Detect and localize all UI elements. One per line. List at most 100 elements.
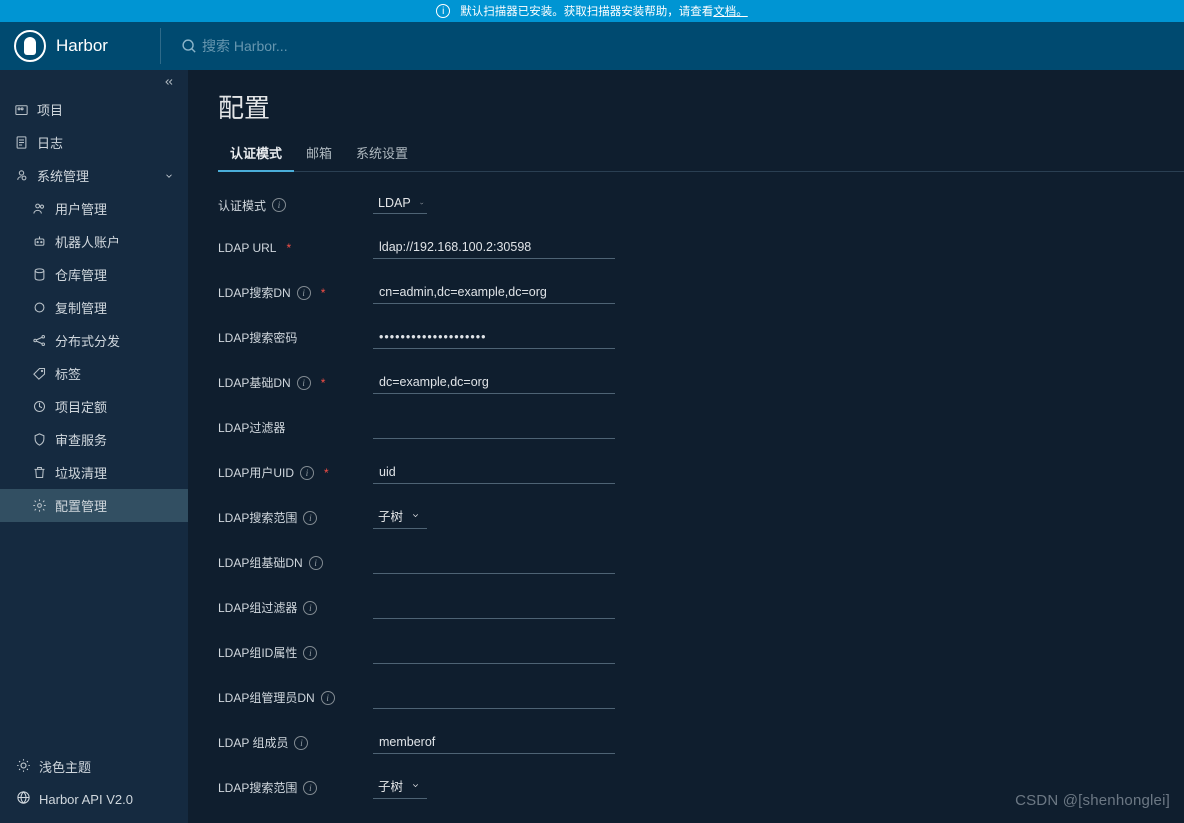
side-nav: 项目 日志 系统管理 用户管理 机器人账户 仓库管理 复制管理 分布式分发 标签… xyxy=(0,93,188,746)
tag-icon xyxy=(32,366,47,381)
tab-email[interactable]: 邮箱 xyxy=(294,135,344,171)
sidebar-item-label: 配置管理 xyxy=(55,496,107,515)
label-filter: LDAP过滤器 xyxy=(218,419,285,436)
info-icon[interactable]: i xyxy=(321,691,335,705)
info-icon: i xyxy=(436,4,450,18)
info-icon[interactable]: i xyxy=(309,556,323,570)
notice-banner: i 默认扫描器已安装。获取扫描器安装帮助，请查看 文档。 xyxy=(0,0,1184,22)
sidebar-item-logs[interactable]: 日志 xyxy=(0,126,188,159)
sidebar-item-label: 仓库管理 xyxy=(55,265,107,284)
input-base-dn[interactable] xyxy=(373,371,615,394)
select-value: 子树 xyxy=(378,506,403,525)
sidebar-item-quotas[interactable]: 项目定额 xyxy=(0,390,188,423)
top-bar: Harbor xyxy=(0,22,1184,70)
sidebar-item-labels[interactable]: 标签 xyxy=(0,357,188,390)
theme-toggle[interactable]: 浅色主题 xyxy=(0,750,188,783)
shield-icon xyxy=(32,432,47,447)
info-icon[interactable]: i xyxy=(303,511,317,525)
info-icon[interactable]: i xyxy=(297,376,311,390)
tab-system[interactable]: 系统设置 xyxy=(344,135,420,171)
label-group-base-dn: LDAP组基础DN xyxy=(218,554,303,571)
label-group-filter: LDAP组过滤器 xyxy=(218,599,297,616)
sidebar-item-label: 垃圾清理 xyxy=(55,463,107,482)
sidebar-item-label: 标签 xyxy=(55,364,81,383)
input-group-id-attr[interactable] xyxy=(373,641,615,664)
input-group-base-dn[interactable] xyxy=(373,551,615,574)
sidebar-item-registries[interactable]: 仓库管理 xyxy=(0,258,188,291)
api-link[interactable]: Harbor API V2.0 xyxy=(0,783,188,815)
info-icon[interactable]: i xyxy=(303,601,317,615)
chevron-down-icon xyxy=(164,171,174,181)
select-auth-mode[interactable]: LDAP xyxy=(373,196,427,214)
admin-icon xyxy=(14,168,29,183)
label-group-member: LDAP 组成员 xyxy=(218,734,288,751)
sidebar-collapse[interactable] xyxy=(0,70,188,93)
sidebar-item-robots[interactable]: 机器人账户 xyxy=(0,225,188,258)
harbor-logo-icon xyxy=(14,30,46,62)
select-scope-1[interactable]: 子树 xyxy=(373,506,427,529)
brand[interactable]: Harbor xyxy=(0,30,160,62)
input-group-member[interactable] xyxy=(373,731,615,754)
required-asterisk: * xyxy=(321,376,326,390)
input-search-dn[interactable] xyxy=(373,281,615,304)
sidebar-item-replication[interactable]: 复制管理 xyxy=(0,291,188,324)
label-uid: LDAP用户UID xyxy=(218,464,294,481)
robot-icon xyxy=(32,234,47,249)
sidebar-item-label: 机器人账户 xyxy=(55,232,120,251)
replication-icon xyxy=(32,300,47,315)
sidebar-item-label: 审查服务 xyxy=(55,430,107,449)
log-icon xyxy=(14,135,29,150)
label-group-admin-dn: LDAP组管理员DN xyxy=(218,689,315,706)
sidebar-item-label: 系统管理 xyxy=(37,166,89,185)
sidebar-item-label: 项目定额 xyxy=(55,397,107,416)
sidebar-item-label: 复制管理 xyxy=(55,298,107,317)
sun-icon xyxy=(16,758,31,776)
chevron-double-left-icon xyxy=(162,76,176,88)
sidebar-item-system[interactable]: 系统管理 xyxy=(0,159,188,192)
banner-text: 默认扫描器已安装。获取扫描器安装帮助，请查看 xyxy=(460,3,713,19)
api-icon xyxy=(16,790,31,808)
global-search[interactable] xyxy=(181,38,402,55)
required-asterisk: * xyxy=(286,241,291,255)
select-value: LDAP xyxy=(378,196,411,210)
input-group-filter[interactable] xyxy=(373,596,615,619)
sidebar-item-distribution[interactable]: 分布式分发 xyxy=(0,324,188,357)
info-icon[interactable]: i xyxy=(303,781,317,795)
sidebar-item-label: 分布式分发 xyxy=(55,331,120,350)
sidebar-footer: 浅色主题 Harbor API V2.0 xyxy=(0,746,188,823)
chevron-down-icon xyxy=(411,511,420,520)
input-search-pwd[interactable] xyxy=(373,326,615,349)
sidebar-item-users[interactable]: 用户管理 xyxy=(0,192,188,225)
sidebar-item-label: 项目 xyxy=(37,100,63,119)
sidebar-item-configuration[interactable]: 配置管理 xyxy=(0,489,188,522)
info-icon[interactable]: i xyxy=(294,736,308,750)
input-filter[interactable] xyxy=(373,416,615,439)
theme-label: 浅色主题 xyxy=(39,757,91,776)
sidebar-item-projects[interactable]: 项目 xyxy=(0,93,188,126)
label-ldap-url: LDAP URL xyxy=(218,241,276,255)
label-scope: LDAP搜索范围 xyxy=(218,509,297,526)
label-scope-2: LDAP搜索范围 xyxy=(218,779,297,796)
gear-icon xyxy=(32,498,47,513)
info-icon[interactable]: i xyxy=(303,646,317,660)
page-title: 配置 xyxy=(218,88,1184,125)
chevron-down-icon xyxy=(419,199,424,208)
api-label: Harbor API V2.0 xyxy=(39,792,133,807)
banner-link[interactable]: 文档。 xyxy=(713,3,748,19)
quota-icon xyxy=(32,399,47,414)
search-input[interactable] xyxy=(202,38,402,54)
sidebar: 项目 日志 系统管理 用户管理 机器人账户 仓库管理 复制管理 分布式分发 标签… xyxy=(0,70,188,823)
input-ldap-url[interactable] xyxy=(373,236,615,259)
sidebar-item-label: 用户管理 xyxy=(55,199,107,218)
select-scope-2[interactable]: 子树 xyxy=(373,776,427,799)
input-uid[interactable] xyxy=(373,461,615,484)
label-auth-mode: 认证模式 xyxy=(218,197,266,214)
input-group-admin-dn[interactable] xyxy=(373,686,615,709)
project-icon xyxy=(14,102,29,117)
sidebar-item-interrogation[interactable]: 审查服务 xyxy=(0,423,188,456)
tab-auth[interactable]: 认证模式 xyxy=(218,135,294,171)
info-icon[interactable]: i xyxy=(272,198,286,212)
sidebar-item-gc[interactable]: 垃圾清理 xyxy=(0,456,188,489)
info-icon[interactable]: i xyxy=(300,466,314,480)
info-icon[interactable]: i xyxy=(297,286,311,300)
